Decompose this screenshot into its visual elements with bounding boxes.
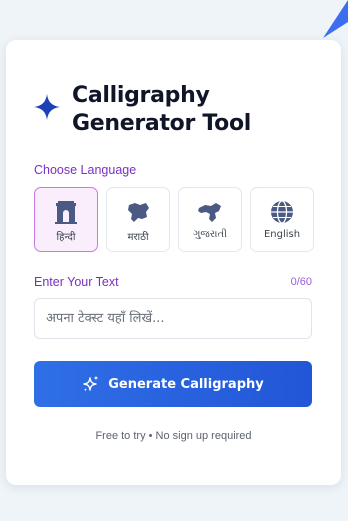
sparkles-icon bbox=[83, 375, 99, 392]
language-label-english: English bbox=[263, 229, 301, 240]
india-gate-icon bbox=[55, 201, 77, 224]
language-option-marathi[interactable]: मराठी bbox=[106, 187, 170, 252]
language-selector: हिन्दी मराठी ગુજરાતી English bbox=[34, 187, 314, 252]
language-option-gujarati[interactable]: ગુજરાતી bbox=[178, 187, 242, 252]
generate-calligraphy-button[interactable]: Generate Calligraphy bbox=[34, 361, 312, 407]
enter-text-label: Enter Your Text bbox=[34, 275, 119, 289]
language-label-hindi: हिन्दी bbox=[56, 232, 76, 243]
generator-card: Calligraphy Generator Tool Choose Langua… bbox=[6, 40, 341, 485]
sparkle-icon bbox=[34, 94, 60, 120]
language-label-marathi: मराठी bbox=[127, 232, 149, 243]
language-label-gujarati: ગુજરાતી bbox=[193, 229, 227, 240]
gujarat-map-icon bbox=[198, 203, 221, 222]
header: Calligraphy Generator Tool bbox=[34, 82, 292, 138]
footnote: Free to try • No sign up required bbox=[95, 430, 252, 442]
choose-language-label: Choose Language bbox=[34, 163, 137, 177]
maharashtra-map-icon bbox=[128, 203, 149, 222]
character-counter: 0/60 bbox=[290, 276, 312, 288]
globe-icon bbox=[271, 200, 293, 224]
text-input[interactable] bbox=[34, 298, 312, 339]
language-option-hindi[interactable]: हिन्दी bbox=[34, 187, 98, 252]
page-title: Calligraphy Generator Tool bbox=[72, 83, 252, 136]
generate-button-label: Generate Calligraphy bbox=[108, 376, 264, 392]
language-option-english[interactable]: English bbox=[250, 187, 314, 252]
